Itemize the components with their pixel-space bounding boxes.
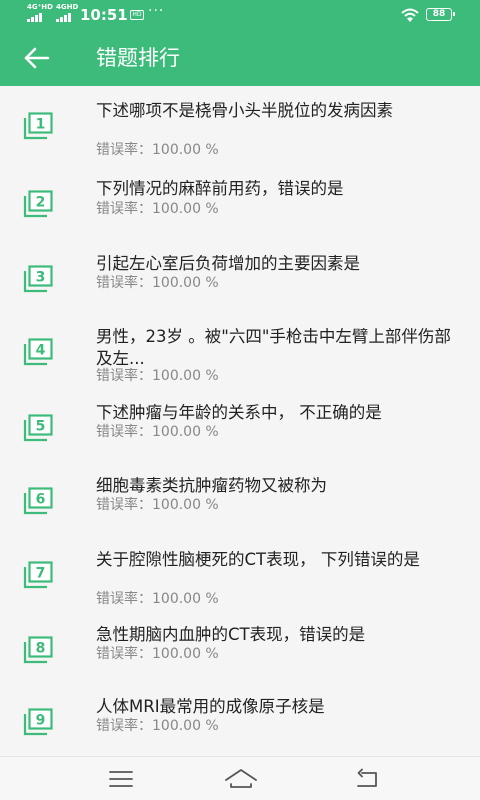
more-dots: ··· — [148, 3, 165, 19]
question-text: 下述哪项不是桡骨小头半脱位的发病因素 — [96, 101, 393, 120]
list-item[interactable]: 6 细胞毒素类抗肿瘤药物又被称为 错误率：100.00 % — [0, 469, 480, 539]
list-item[interactable]: 5 下述肿瘤与年龄的关系中， 不正确的是 错误率：100.00 % — [0, 396, 480, 466]
app-bar: 错题排行 — [0, 30, 480, 86]
svg-text:5: 5 — [36, 419, 46, 435]
error-rate: 错误率：100.00 % — [96, 591, 219, 607]
home-icon — [225, 769, 257, 788]
question-text: 关于腔隙性脑梗死的CT表现， 下列错误的是 — [96, 550, 420, 569]
svg-text:2: 2 — [36, 195, 46, 211]
number-badge-icon: 8 — [23, 636, 53, 664]
error-rate: 错误率：100.00 % — [96, 201, 219, 217]
list-item[interactable]: 1 下述哪项不是桡骨小头半脱位的发病因素 错误率：100.00 % — [0, 94, 480, 164]
status-time: 10:51 — [80, 6, 128, 24]
hd-badge: HD — [130, 10, 144, 20]
svg-text:1: 1 — [36, 117, 46, 133]
number-badge-icon: 6 — [23, 487, 53, 515]
number-badge-icon: 2 — [23, 190, 53, 218]
list-item[interactable]: 7 关于腔隙性脑梗死的CT表现， 下列错误的是 错误率：100.00 % — [0, 543, 480, 613]
list-item[interactable]: 2 下列情况的麻醉前用药，错误的是 错误率：100.00 % — [0, 172, 480, 242]
question-text: 下述肿瘤与年龄的关系中， 不正确的是 — [96, 403, 382, 422]
question-text: 下列情况的麻醉前用药，错误的是 — [96, 179, 344, 198]
number-badge-icon: 3 — [23, 265, 53, 293]
back-icon — [357, 768, 377, 787]
svg-text:3: 3 — [36, 270, 46, 286]
question-text: 男性，23岁 。被"六四"手枪击中左臂上部伴伤部及左... — [96, 327, 451, 368]
error-rate: 错误率：100.00 % — [96, 424, 219, 440]
menu-button[interactable] — [107, 767, 135, 791]
error-rate: 错误率：100.00 % — [96, 275, 219, 291]
number-badge-icon: 1 — [23, 112, 53, 140]
signal-icon: 4G⁺HD — [27, 4, 53, 22]
list-item[interactable]: 3 引起左心室后负荷增加的主要因素是 错误率：100.00 % — [0, 247, 480, 317]
svg-text:9: 9 — [36, 713, 46, 729]
question-text: 急性期脑内血肿的CT表现，错误的是 — [96, 625, 366, 644]
list-item[interactable]: 8 急性期脑内血肿的CT表现，错误的是 错误率：100.00 % — [0, 618, 480, 688]
arrow-left-icon — [24, 47, 50, 69]
number-badge-icon: 9 — [23, 708, 53, 736]
error-rate: 错误率：100.00 % — [96, 368, 219, 384]
back-button[interactable] — [20, 44, 54, 72]
svg-text:4: 4 — [36, 343, 46, 359]
menu-icon — [109, 771, 133, 787]
error-rate: 错误率：100.00 % — [96, 142, 219, 158]
signal-icon: 4GHD — [56, 3, 79, 22]
page-title: 错题排行 — [96, 46, 180, 70]
list-item[interactable]: 4 男性，23岁 。被"六四"手枪击中左臂上部伴伤部及左... 错误率：100.… — [0, 320, 480, 390]
question-text: 引起左心室后负荷增加的主要因素是 — [96, 254, 360, 273]
battery-icon: 88 — [426, 8, 455, 21]
number-badge-icon: 7 — [23, 561, 53, 589]
svg-text:7: 7 — [36, 566, 46, 582]
svg-text:6: 6 — [36, 492, 46, 508]
home-button[interactable] — [224, 767, 258, 791]
signal-tag: 4GHD — [56, 3, 79, 11]
svg-text:8: 8 — [36, 641, 46, 657]
status-bar: 4G⁺HD 4GHD 10:51 HD ··· 88 — [0, 0, 480, 30]
number-badge-icon: 5 — [23, 414, 53, 442]
nav-back-button[interactable] — [354, 767, 382, 791]
question-text: 人体MRI最常用的成像原子核是 — [96, 697, 325, 716]
navigation-bar — [0, 756, 480, 800]
signal-tag: 4G⁺HD — [27, 3, 53, 11]
number-badge-icon: 4 — [23, 338, 53, 366]
wifi-icon — [401, 8, 419, 22]
error-rate: 错误率：100.00 % — [96, 646, 219, 662]
error-rate: 错误率：100.00 % — [96, 497, 219, 513]
list-item[interactable]: 9 人体MRI最常用的成像原子核是 错误率：100.00 % — [0, 690, 480, 760]
question-text: 细胞毒素类抗肿瘤药物又被称为 — [96, 476, 327, 495]
error-rate: 错误率：100.00 % — [96, 718, 219, 734]
